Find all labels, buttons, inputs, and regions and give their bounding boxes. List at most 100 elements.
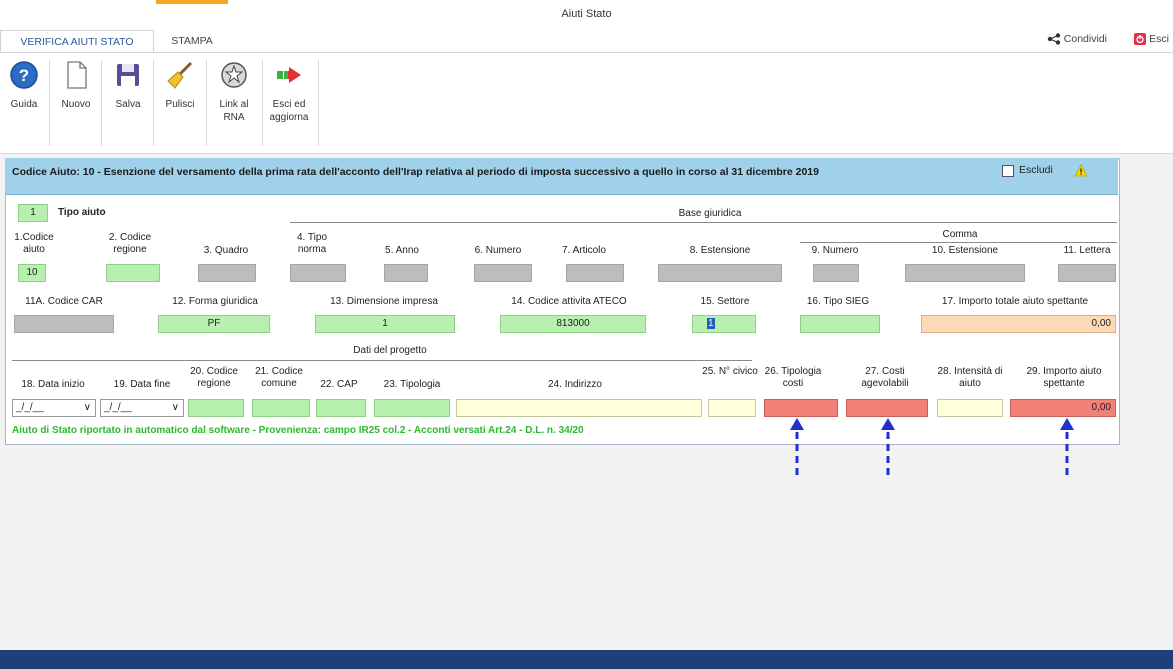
data-inizio-label: 18. Data inizio xyxy=(21,379,85,390)
tipologia-costi-label: 26. Tipologia costi xyxy=(764,366,822,389)
link-rna-button[interactable]: Link al RNA xyxy=(212,60,256,124)
codice-regione-progetto-field[interactable] xyxy=(188,399,244,417)
data-inizio-picker[interactable]: _/_/__ ∨ xyxy=(12,399,96,417)
importo-totale-field[interactable]: 0,00 xyxy=(921,315,1116,333)
exit-arrow-icon xyxy=(277,67,301,83)
guida-label: Guida xyxy=(10,99,38,110)
tipo-sieg-field[interactable] xyxy=(800,315,880,333)
emblem-icon xyxy=(221,62,247,88)
codice-car-label: 11A. Codice CAR xyxy=(25,296,103,307)
escludi-label: Escludi xyxy=(1019,164,1053,176)
data-inizio-value: _/_/__ xyxy=(16,402,44,413)
pulisci-button[interactable]: Pulisci xyxy=(160,60,200,111)
salva-label: Salva xyxy=(115,99,141,110)
settore-field[interactable]: 1 xyxy=(692,315,756,333)
link-rna-label: Link al RNA xyxy=(219,99,249,123)
ribbon-separator xyxy=(206,60,207,146)
help-icon: ? xyxy=(10,61,38,89)
salva-button[interactable]: Salva xyxy=(110,60,146,111)
dimensione-impresa-label: 13. Dimensione impresa xyxy=(330,296,438,307)
status-bar xyxy=(0,650,1173,669)
chevron-down-icon: ∨ xyxy=(83,402,91,413)
quadro-field[interactable] xyxy=(198,264,256,282)
numero-field[interactable] xyxy=(474,264,532,282)
numero-label: 6. Numero xyxy=(474,245,522,256)
app-tab-accent xyxy=(156,0,228,4)
new-document-icon xyxy=(67,61,87,89)
numero-civico-label: 25. N° civico xyxy=(702,366,758,377)
codice-aiuto-field[interactable]: 10 xyxy=(18,264,46,282)
codice-car-field[interactable] xyxy=(14,315,114,333)
codice-regione-field[interactable] xyxy=(106,264,160,282)
estensione-field[interactable] xyxy=(658,264,782,282)
comma-numero-field[interactable] xyxy=(813,264,859,282)
forma-giuridica-label: 12. Forma giuridica xyxy=(172,296,258,307)
warning-icon xyxy=(1074,164,1088,177)
form-header-title: Codice Aiuto: 10 - Esenzione del versame… xyxy=(12,166,819,178)
arrow-up-icon xyxy=(790,418,804,476)
window-title: Aiuti Stato xyxy=(561,8,612,20)
escludi-checkbox[interactable] xyxy=(1002,165,1014,177)
estensione-label: 8. Estensione xyxy=(689,245,751,256)
nuovo-button[interactable]: Nuovo xyxy=(58,60,94,111)
data-fine-picker[interactable]: _/_/__ ∨ xyxy=(100,399,184,417)
indirizzo-field[interactable] xyxy=(456,399,702,417)
intensita-aiuto-field[interactable] xyxy=(937,399,1003,417)
forma-giuridica-field[interactable]: PF xyxy=(158,315,270,333)
ribbon-separator xyxy=(318,60,319,146)
settore-value: 1 xyxy=(707,318,715,329)
footnote-text: Aiuto di Stato riportato in automatico d… xyxy=(12,425,584,436)
dati-progetto-line xyxy=(12,360,752,361)
chevron-down-icon: ∨ xyxy=(171,402,179,413)
pulisci-label: Pulisci xyxy=(165,99,195,110)
tipo-sieg-label: 16. Tipo SIEG xyxy=(806,296,870,307)
tab-stampa[interactable]: STAMPA xyxy=(156,30,228,52)
tipologia-costi-field[interactable] xyxy=(764,399,838,417)
dimensione-impresa-field[interactable]: 1 xyxy=(315,315,455,333)
ribbon-separator xyxy=(153,60,154,146)
costi-agevolabili-label: 27. Costi agevolabili xyxy=(861,366,909,389)
quadro-label: 3. Quadro xyxy=(203,245,249,256)
codice-ateco-field[interactable]: 813000 xyxy=(500,315,646,333)
tab-verifica-aiuti-stato[interactable]: VERIFICA AIUTI STATO xyxy=(0,30,154,53)
arrow-up-icon xyxy=(1060,418,1074,476)
exit-label: Esci xyxy=(1149,33,1169,45)
intensita-aiuto-label: 28. Intensità di aiuto xyxy=(937,366,1003,389)
arrow-up-icon xyxy=(881,418,895,476)
importo-aiuto-field[interactable]: 0,00 xyxy=(1010,399,1116,417)
lettera-field[interactable] xyxy=(1058,264,1116,282)
ribbon-separator xyxy=(101,60,102,146)
esci-aggiorna-button[interactable]: Esci ed aggiorna xyxy=(266,60,312,124)
share-button[interactable]: Condividi xyxy=(1047,33,1107,45)
numero-civico-field[interactable] xyxy=(708,399,756,417)
comma-estensione-field[interactable] xyxy=(905,264,1025,282)
cap-label: 22. CAP xyxy=(320,379,358,390)
comma-label: Comma xyxy=(942,229,978,240)
articolo-label: 7. Articolo xyxy=(562,245,606,256)
costi-agevolabili-field[interactable] xyxy=(846,399,928,417)
tipo-aiuto-field[interactable]: 1 xyxy=(18,204,48,222)
lettera-label: 11. Lettera xyxy=(1063,245,1111,256)
cap-field[interactable] xyxy=(316,399,366,417)
codice-comune-label: 21. Codice comune xyxy=(255,366,303,389)
data-fine-label: 19. Data fine xyxy=(113,379,171,390)
codice-comune-field[interactable] xyxy=(252,399,310,417)
share-icon xyxy=(1047,33,1061,45)
comma-line xyxy=(800,242,1117,243)
exit-button[interactable]: Esci xyxy=(1134,33,1169,46)
articolo-field[interactable] xyxy=(566,264,624,282)
base-giuridica-line xyxy=(290,222,1117,223)
save-icon xyxy=(117,64,139,86)
anno-field[interactable] xyxy=(384,264,428,282)
exit-icon xyxy=(1134,33,1147,46)
share-label: Condividi xyxy=(1063,33,1107,45)
tipo-aiuto-label: Tipo aiuto xyxy=(58,207,106,218)
guida-button[interactable]: ? Guida xyxy=(6,60,42,111)
comma-numero-label: 9. Numero xyxy=(811,245,859,256)
ribbon-separator xyxy=(49,60,50,146)
tipologia-field[interactable] xyxy=(374,399,450,417)
tipo-norma-field[interactable] xyxy=(290,264,346,282)
svg-text:?: ? xyxy=(19,66,29,85)
settore-label: 15. Settore xyxy=(700,296,750,307)
codice-aiuto-label: 1.Codice aiuto xyxy=(14,232,54,255)
